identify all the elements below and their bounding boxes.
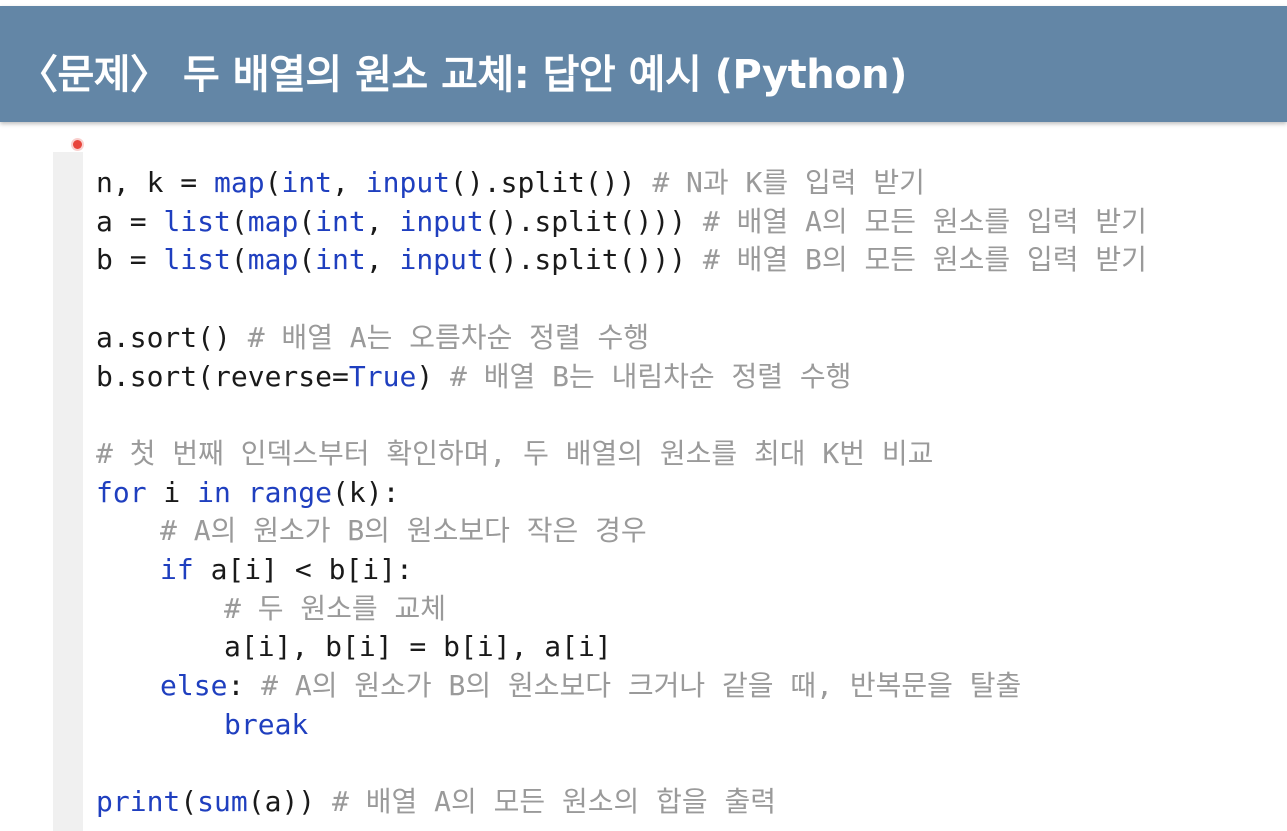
code-keyword: in	[197, 475, 231, 509]
code-text: i	[146, 475, 198, 509]
code-text: :	[227, 669, 262, 703]
code-line: b = list(map(int, input().split())) # 배열…	[96, 241, 1147, 279]
code-keyword: else	[160, 669, 228, 703]
code-line: a.sort() # 배열 A는 오름차순 정렬 수행	[96, 319, 649, 357]
code-keyword: map	[247, 204, 299, 238]
code-text: )	[416, 359, 451, 393]
code-keyword: int	[281, 166, 333, 199]
code-text: b.sort(reverse=	[96, 359, 349, 393]
code-text: (a))	[247, 785, 333, 819]
code-keyword: range	[247, 475, 333, 509]
code-line: # 두 원소를 교체	[224, 590, 446, 628]
code-keyword: break	[224, 707, 309, 741]
code-line: b.sort(reverse=True) # 배열 B는 내림차순 정렬 수행	[96, 358, 851, 396]
code-comment: # 배열 B는 내림차순 정렬 수행	[450, 359, 852, 393]
code-comment: # 배열 A의 모든 원소의 합을 출력	[332, 785, 777, 819]
code-text: a =	[96, 204, 164, 238]
code-comment: # A의 원소가 B의 원소보다 작은 경우	[160, 514, 647, 548]
code-keyword: int	[315, 243, 366, 277]
code-text: (k):	[332, 475, 400, 509]
code-line: break	[224, 706, 308, 744]
code-comment: # 두 원소를 교체	[224, 591, 446, 625]
code-text: (	[230, 204, 248, 238]
code-comment: # N과 K를 입력 받기	[652, 166, 925, 199]
code-text: a.sort()	[96, 320, 248, 354]
code-text: (	[230, 243, 248, 277]
code-keyword: map	[247, 243, 299, 277]
slide-title: 〈문제〉 두 배열의 원소 교체: 답안 예시 (Python)	[18, 52, 907, 98]
code-line: if a[i] < b[i]:	[160, 551, 413, 589]
code-text: (	[298, 243, 316, 277]
code-text: (	[264, 166, 282, 199]
code-text: a[i], b[i] = b[i], a[i]	[224, 630, 612, 664]
code-text: ,	[365, 243, 400, 277]
code-line: n, k = map(int, input().split()) # N과 K를…	[96, 164, 925, 202]
code-line: for i in range(k):	[96, 474, 399, 512]
code-line: print(sum(a)) # 배열 A의 모든 원소의 합을 출력	[96, 783, 776, 821]
code-text: ,	[365, 204, 400, 238]
code-line: # 첫 번째 인덱스부터 확인하며, 두 배열의 원소를 최대 K번 비교	[96, 435, 933, 473]
code-keyword: print	[96, 785, 181, 819]
code-line: # A의 원소가 B의 원소보다 작은 경우	[160, 512, 647, 550]
code-keyword: sum	[197, 785, 248, 819]
code-comment: # 배열 B의 모든 원소를 입력 받기	[702, 243, 1147, 277]
code-keyword: input	[399, 243, 484, 277]
code-line: a = list(map(int, input().split())) # 배열…	[96, 203, 1147, 241]
code-text: (	[180, 785, 198, 819]
code-text: ().split())	[450, 166, 653, 199]
code-comment: # A의 원소가 B의 원소보다 크거나 같을 때, 반복문을 탈출	[261, 669, 1022, 703]
code-text: a[i] < b[i]:	[193, 553, 413, 586]
pointer-dot-icon	[73, 140, 82, 149]
code-keyword: if	[160, 553, 194, 586]
code-keyword: map	[214, 166, 265, 199]
code-comment: # 첫 번째 인덱스부터 확인하며, 두 배열의 원소를 최대 K번 비교	[96, 436, 934, 470]
slide-title-bar: 〈문제〉 두 배열의 원소 교체: 답안 예시 (Python)	[0, 6, 1287, 122]
code-comment: # 배열 A는 오름차순 정렬 수행	[247, 320, 650, 354]
code-keyword: input	[399, 204, 484, 238]
code-keyword: input	[365, 166, 451, 199]
code-comment: # 배열 A의 모든 원소를 입력 받기	[702, 204, 1147, 238]
code-gutter	[53, 152, 83, 831]
code-text: n, k =	[96, 166, 215, 199]
code-keyword: list	[163, 243, 231, 277]
code-keyword: int	[315, 204, 366, 238]
code-text: ,	[332, 166, 366, 199]
code-keyword: list	[163, 204, 231, 238]
code-text: (	[298, 204, 316, 238]
code-text: b =	[96, 243, 164, 277]
code-keyword: for	[96, 475, 147, 509]
code-line: a[i], b[i] = b[i], a[i]	[224, 628, 612, 666]
code-keyword: True	[348, 359, 417, 393]
code-text: ().split()))	[483, 243, 703, 277]
code-line: else: # A의 원소가 B의 원소보다 크거나 같을 때, 반복문을 탈출	[160, 667, 1021, 705]
code-text: ().split()))	[483, 204, 703, 238]
